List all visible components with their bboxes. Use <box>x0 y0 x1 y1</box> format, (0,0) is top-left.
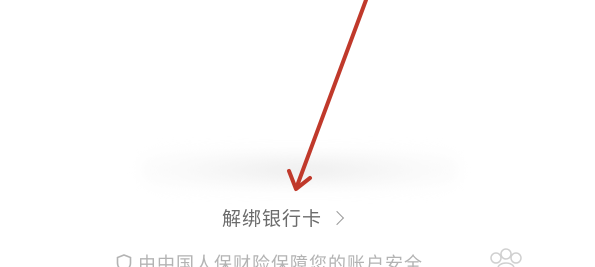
chevron-right-icon <box>329 210 345 225</box>
insurance-guarantee-note: 由中国人保财险保障您的账户安全 <box>116 251 423 267</box>
blurred-background-block <box>140 150 460 190</box>
shield-icon <box>116 254 132 267</box>
insurance-guarantee-text: 由中国人保财险保障您的账户安全 <box>138 254 423 267</box>
paw-icon <box>490 248 522 267</box>
unbind-bank-card-label: 解绑银行卡 <box>222 207 323 230</box>
unbind-bank-card-link[interactable]: 解绑银行卡 <box>222 202 345 232</box>
